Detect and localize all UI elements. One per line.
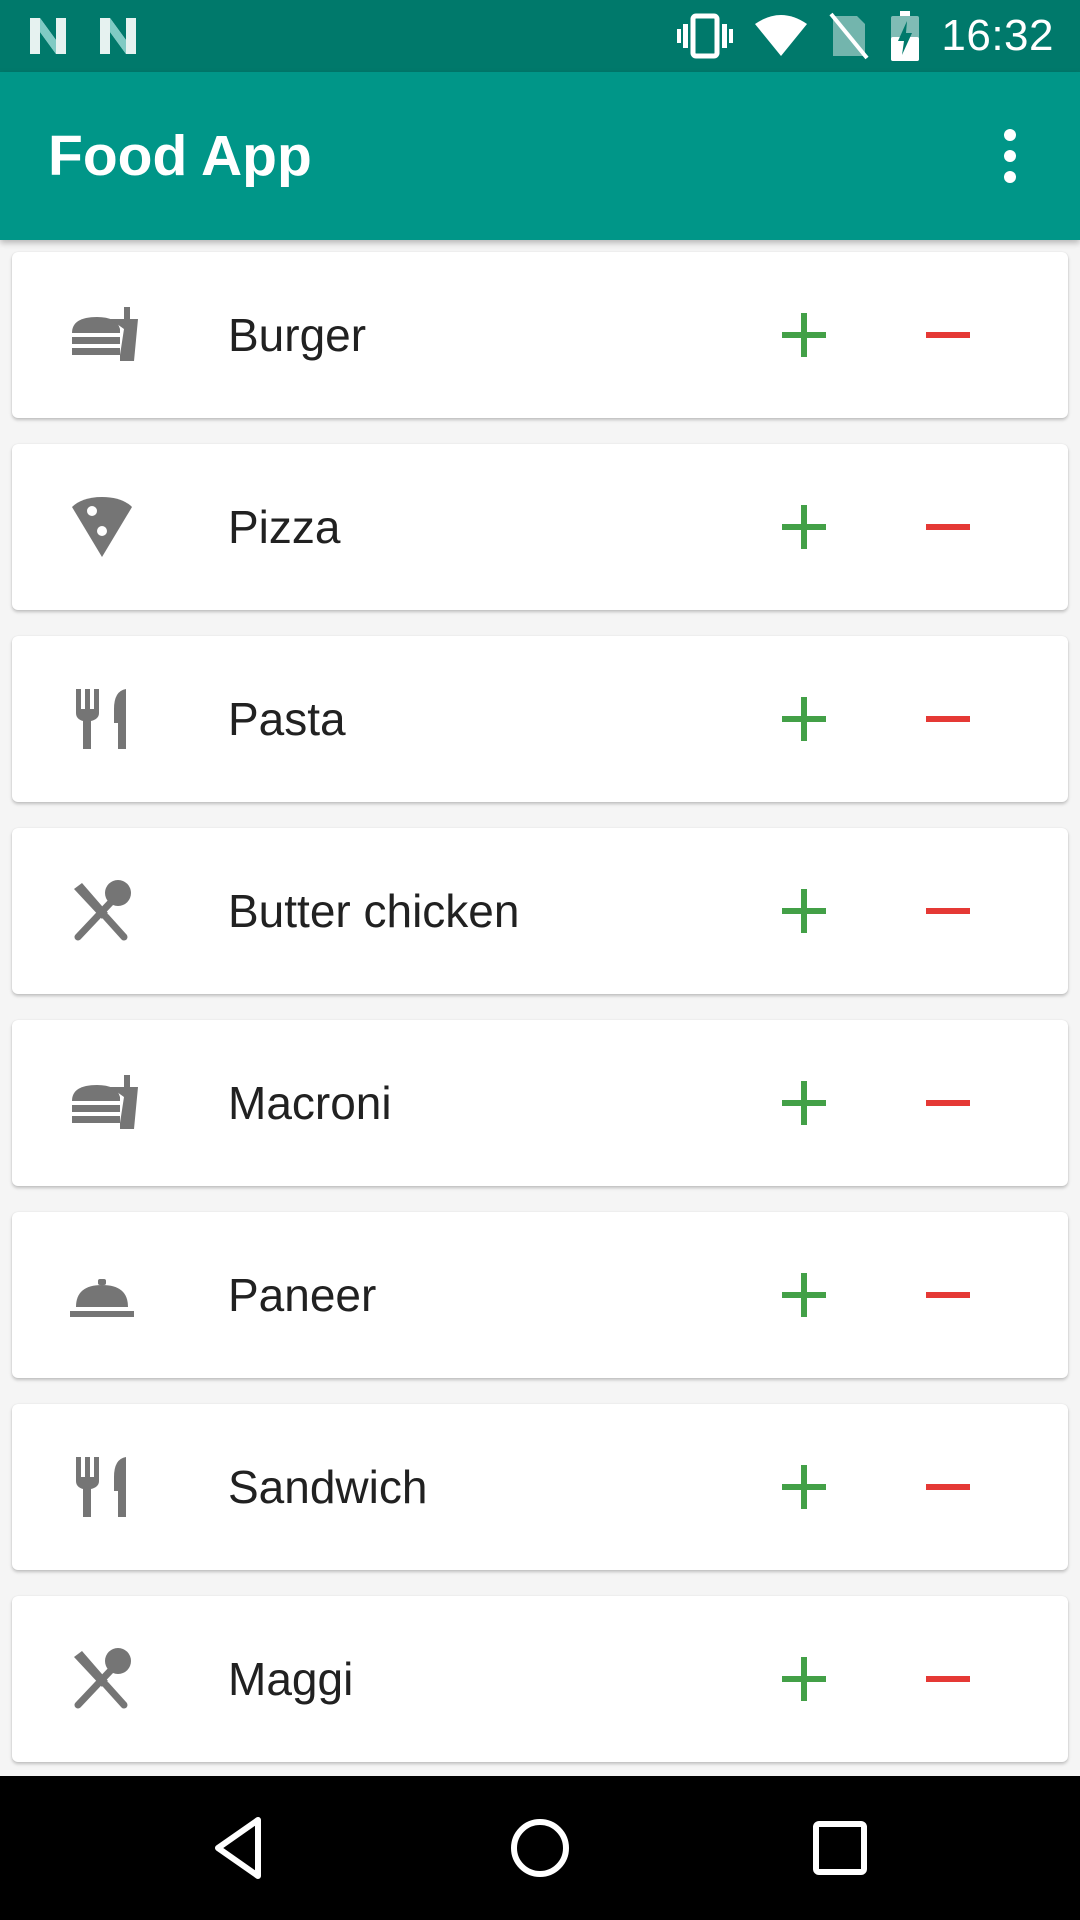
remove-button[interactable] [908,1255,988,1335]
add-button[interactable] [764,487,844,567]
home-icon[interactable] [500,1808,580,1888]
food-name: Pasta [228,693,346,745]
food-name: Butter chicken [228,885,520,937]
restaurant-icon [76,689,126,749]
add-button[interactable] [764,1447,844,1527]
food-name: Maggi [228,1653,354,1705]
add-button[interactable] [764,679,844,759]
food-item-card[interactable]: Maggi [12,1596,1068,1762]
food-item-card[interactable]: Pizza [12,444,1068,610]
remove-button[interactable] [908,871,988,951]
status-bar: 16:32 [0,0,1080,72]
n-notification-icon [30,18,66,54]
food-item-card[interactable]: Sandwich [12,1404,1068,1570]
no-sim-icon [829,12,869,60]
food-item-card[interactable]: Burger [12,252,1068,418]
food-name: Paneer [228,1269,377,1321]
overflow-menu-button[interactable] [970,116,1050,196]
remove-button[interactable] [908,1639,988,1719]
food-item-card[interactable]: Macroni [12,1020,1068,1186]
fastfood-icon [72,1075,138,1129]
food-name: Macroni [228,1077,392,1129]
battery-charging-icon [891,11,920,61]
room-service-icon [70,1279,134,1317]
food-name: Sandwich [228,1461,428,1513]
remove-button[interactable] [908,1447,988,1527]
remove-button[interactable] [908,1063,988,1143]
remove-button[interactable] [908,679,988,759]
food-name: Pizza [228,501,341,553]
dining-icon [74,880,131,941]
add-button[interactable] [764,871,844,951]
add-button[interactable] [764,1063,844,1143]
app-bar: Food App [0,72,1080,240]
dining-icon [74,1648,131,1709]
status-time: 16:32 [941,11,1054,60]
food-list[interactable]: Burger Pizza Pasta Butter chicken Macron… [0,240,1080,1776]
remove-button[interactable] [908,295,988,375]
n-notification-icon [100,18,136,54]
food-item-card[interactable]: Pasta [12,636,1068,802]
status-notifications [26,14,140,58]
add-button[interactable] [764,1639,844,1719]
navigation-bar [0,1776,1080,1920]
recents-icon[interactable] [800,1808,880,1888]
more-vert-icon [1004,129,1016,141]
food-item-card[interactable]: Paneer [12,1212,1068,1378]
restaurant-icon [76,1457,126,1517]
food-item-card[interactable]: Butter chicken [12,828,1068,994]
add-button[interactable] [764,1255,844,1335]
back-icon[interactable] [200,1808,280,1888]
remove-button[interactable] [908,487,988,567]
add-button[interactable] [764,295,844,375]
food-name: Burger [228,309,367,361]
vibrate-icon [677,13,734,59]
pizza-icon [72,497,132,557]
status-system-icons: 16:32 [677,0,1054,72]
wifi-icon [755,15,808,56]
app-title: Food App [48,124,312,188]
fastfood-icon [72,307,138,361]
